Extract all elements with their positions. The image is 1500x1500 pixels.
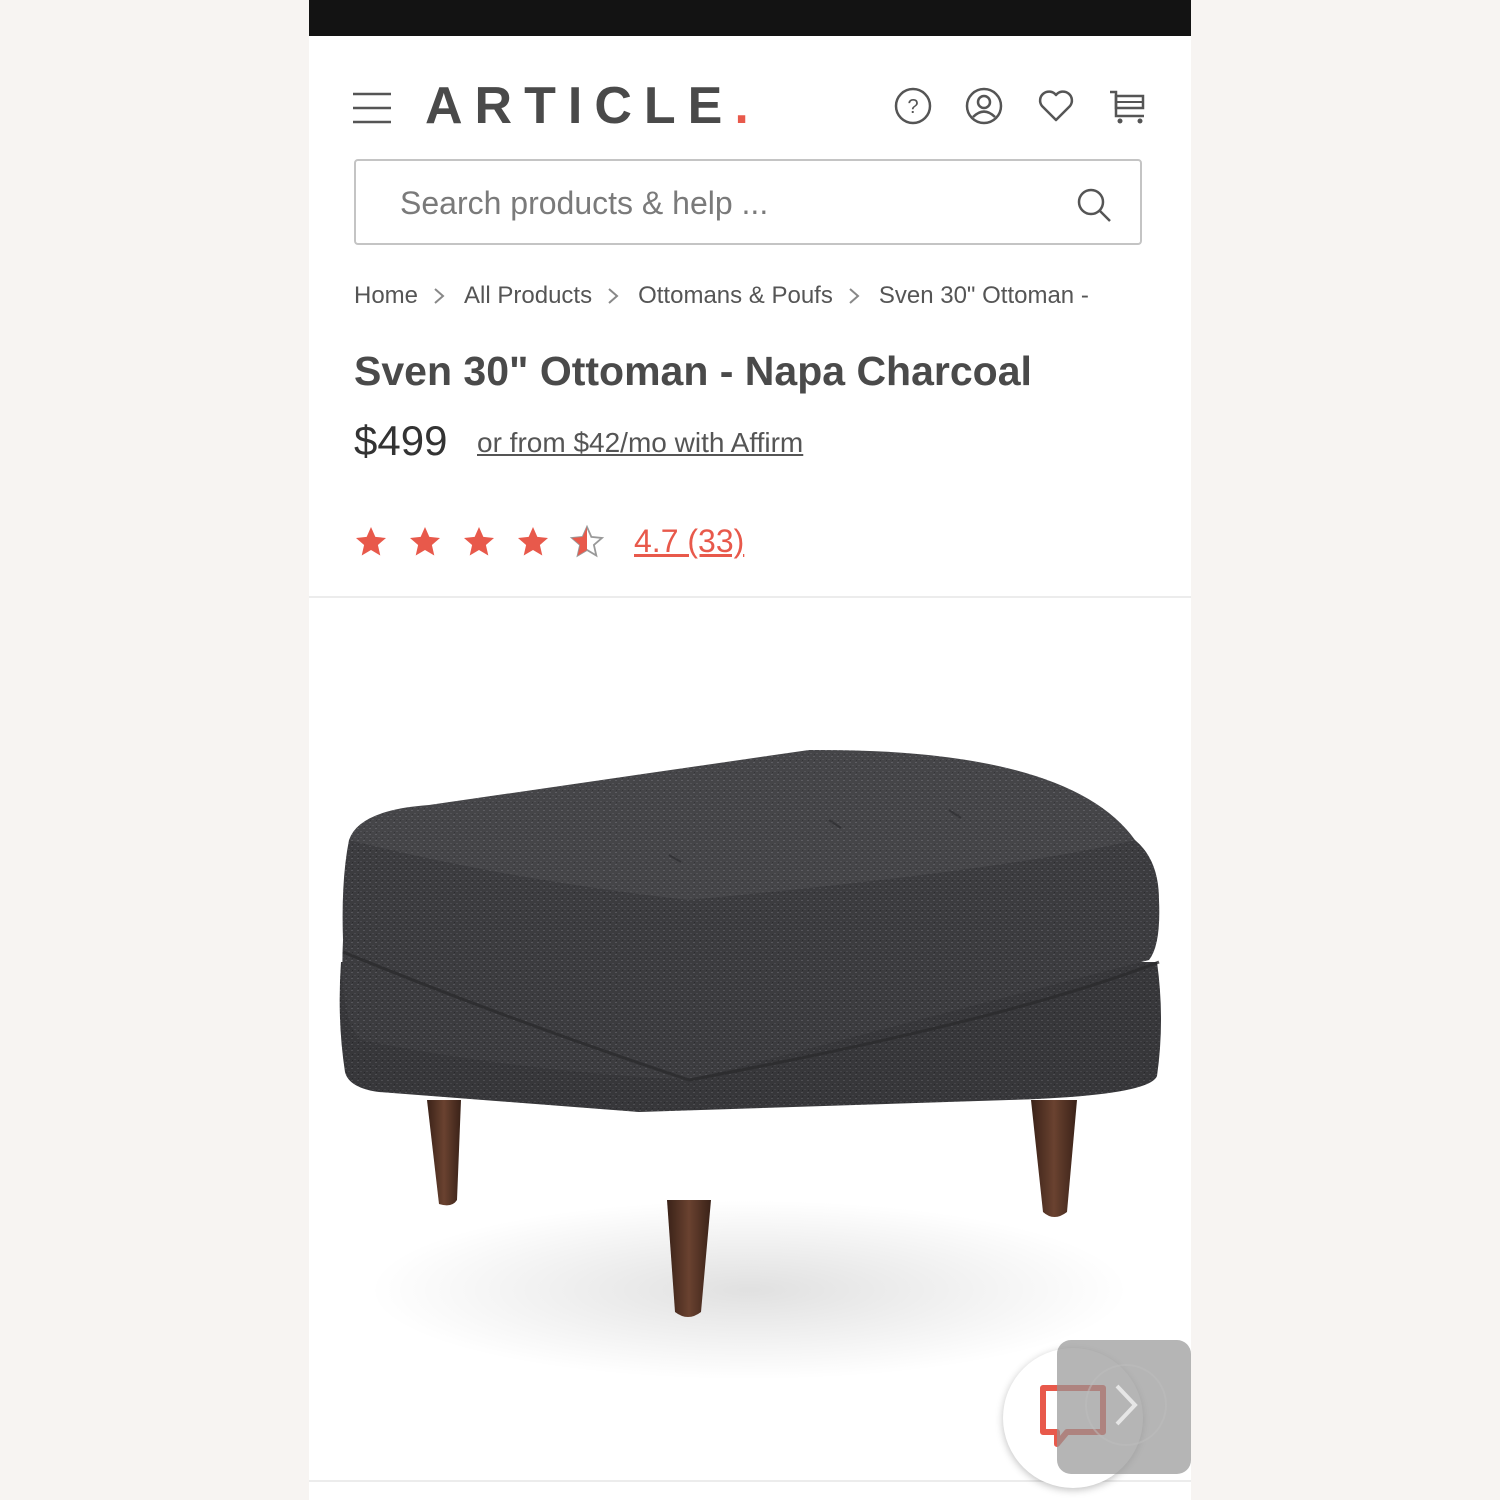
rating-stars[interactable] bbox=[352, 520, 622, 566]
search-box bbox=[354, 159, 1142, 245]
affirm-financing-link[interactable]: or from $42/mo with Affirm bbox=[477, 420, 803, 466]
star-half-icon bbox=[568, 520, 622, 566]
chevron-right-icon bbox=[592, 276, 638, 316]
next-image-button[interactable] bbox=[1057, 1340, 1191, 1474]
logo-dot: . bbox=[734, 77, 749, 135]
account-icon[interactable] bbox=[964, 86, 1004, 126]
divider bbox=[309, 596, 1191, 598]
logo-text: ARTICLE bbox=[425, 77, 735, 135]
menu-icon[interactable] bbox=[353, 92, 391, 124]
phone-screen: ARTICLE. ? Search products & help ... Ho… bbox=[309, 0, 1191, 1500]
chevron-right-icon bbox=[1085, 1364, 1167, 1446]
wishlist-icon[interactable] bbox=[1036, 86, 1076, 126]
star-full-icon bbox=[460, 520, 514, 566]
cart-icon[interactable] bbox=[1108, 86, 1148, 126]
breadcrumb: Home All Products Ottomans & Poufs Sven 30"… bbox=[354, 276, 1149, 316]
product-price: $499 bbox=[354, 417, 448, 464]
rating-reviews-link[interactable]: 4.7 (33) bbox=[634, 518, 744, 564]
product-title: Sven 30" Ottoman - Napa Charcoal bbox=[354, 348, 1032, 394]
help-icon[interactable]: ? bbox=[893, 86, 933, 126]
status-bar bbox=[309, 0, 1191, 36]
search-input[interactable] bbox=[400, 171, 1040, 235]
breadcrumb-all-products[interactable]: All Products bbox=[464, 276, 592, 316]
star-full-icon bbox=[514, 520, 568, 566]
brand-logo[interactable]: ARTICLE. bbox=[425, 74, 749, 138]
search-icon[interactable] bbox=[1074, 185, 1114, 225]
svg-text:?: ? bbox=[907, 96, 918, 118]
chevron-right-icon bbox=[833, 276, 879, 316]
star-full-icon bbox=[352, 520, 406, 566]
breadcrumb-home[interactable]: Home bbox=[354, 276, 418, 316]
breadcrumb-ottomans-poufs[interactable]: Ottomans & Poufs bbox=[638, 276, 833, 316]
breadcrumb-current: Sven 30" Ottoman - bbox=[878, 282, 1089, 309]
chevron-right-icon bbox=[418, 276, 464, 316]
star-full-icon bbox=[406, 520, 460, 566]
